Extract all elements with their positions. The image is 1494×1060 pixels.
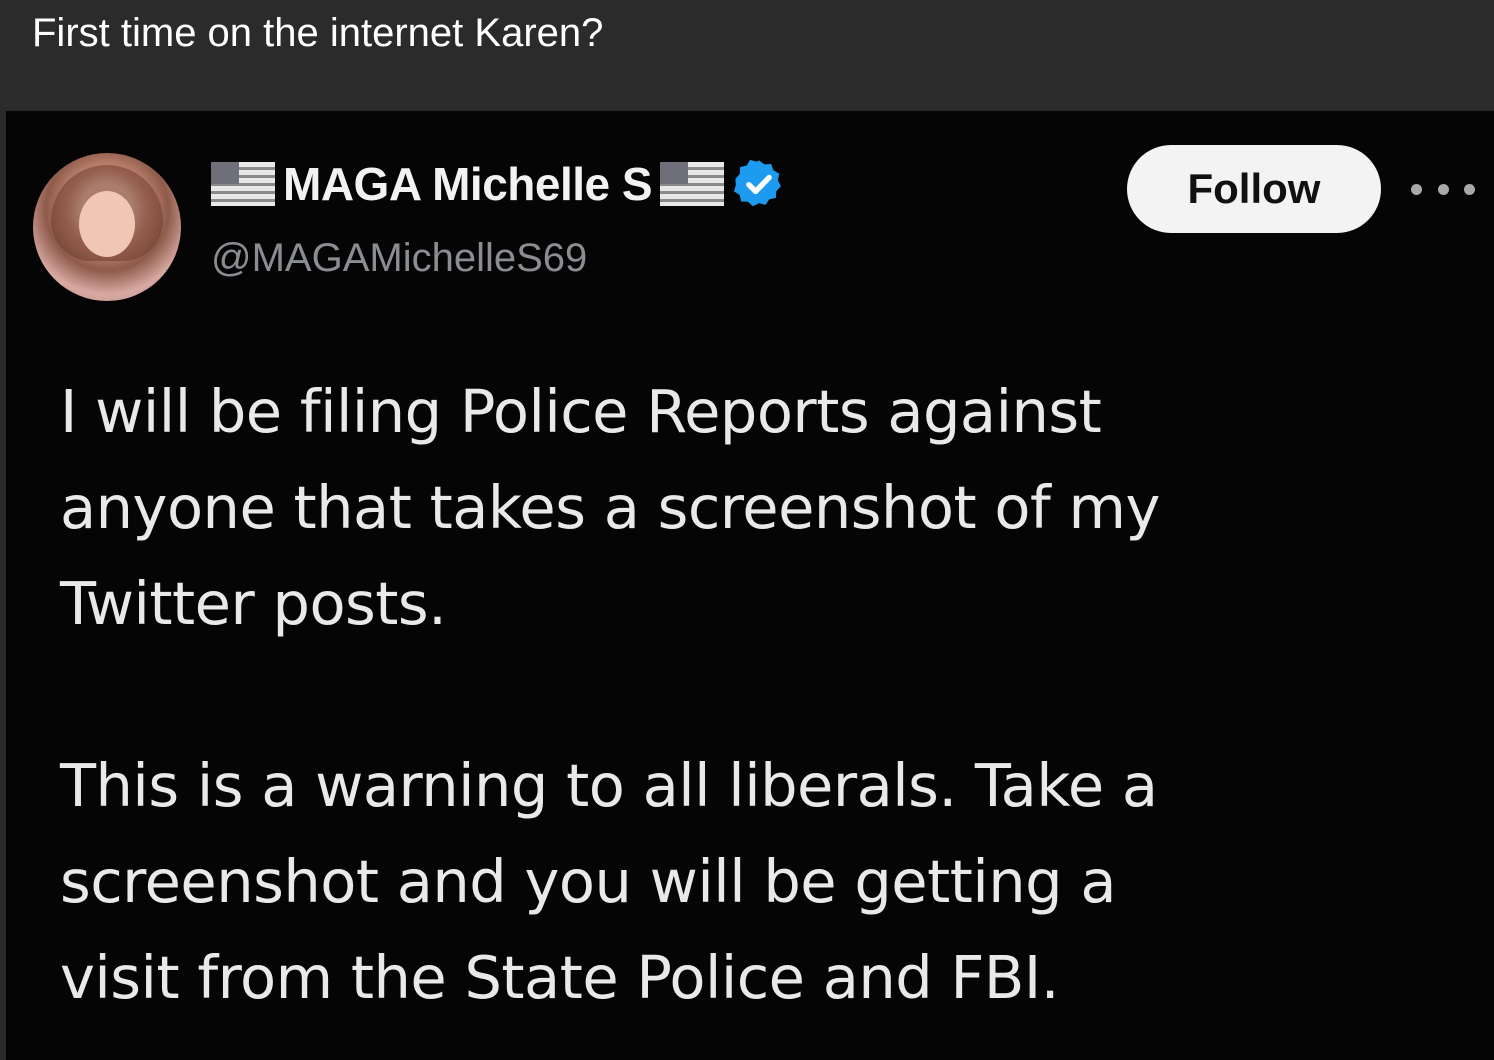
verified-badge-icon [732, 157, 786, 211]
avatar[interactable] [33, 153, 181, 301]
follow-button[interactable]: Follow [1127, 145, 1381, 233]
page: First time on the internet Karen? MAGA M… [0, 0, 1494, 1060]
user-handle[interactable]: @MAGAMichelleS69 [211, 233, 587, 283]
us-flag-icon [211, 162, 275, 206]
tweet-screenshot[interactable]: MAGA Michelle S @MAGAMichelleS69 Follow … [6, 111, 1494, 1060]
more-dot [1411, 183, 1422, 195]
tweet-paragraph-2: This is a warning to all liberals. Take … [60, 751, 1158, 1012]
display-name[interactable]: MAGA Michelle S [283, 157, 653, 211]
tweet-paragraph-1: I will be filing Police Reports against … [60, 377, 1160, 638]
name-row: MAGA Michelle S [211, 157, 786, 211]
more-dot [1464, 183, 1475, 195]
more-dot [1437, 183, 1449, 195]
caption-bar: First time on the internet Karen? [0, 0, 1494, 108]
tweet-body: I will be filing Police Reports against … [60, 364, 1470, 1026]
more-options-icon[interactable] [1411, 169, 1475, 209]
avatar-face [79, 191, 135, 257]
us-flag-icon [660, 162, 725, 206]
post-caption: First time on the internet Karen? [32, 11, 604, 55]
